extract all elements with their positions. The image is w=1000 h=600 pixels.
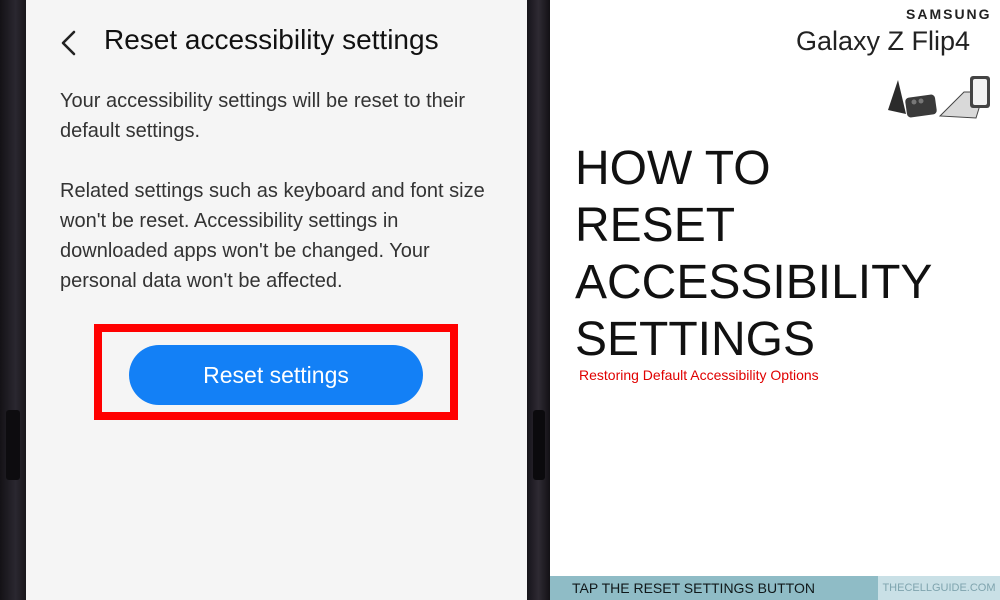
phone-hinge-right xyxy=(533,410,545,480)
phone-frame: Reset accessibility settings Your access… xyxy=(0,0,550,600)
phone-edge-right xyxy=(527,0,550,600)
page-title: Reset accessibility settings xyxy=(104,24,439,55)
footer-caption: TAP THE RESET SETTINGS BUTTON xyxy=(572,580,815,596)
headline-line: HOW TO xyxy=(575,142,771,195)
site-watermark: THECELLGUIDE.COM xyxy=(878,576,1000,600)
phone-edge-left xyxy=(0,0,26,600)
headline-line: RESET xyxy=(575,199,736,252)
brand-logo: SAMSUNG xyxy=(906,6,992,22)
flip-phone-illustration-icon xyxy=(888,76,990,119)
headline-line: SETTINGS xyxy=(575,313,816,366)
description-paragraph-1: Your accessibility settings will be rese… xyxy=(60,90,465,142)
phone-hinge-left xyxy=(6,410,20,480)
description-paragraph-2: Related settings such as keyboard and fo… xyxy=(60,180,485,292)
phone-screen: Reset accessibility settings Your access… xyxy=(26,0,527,600)
reset-settings-button[interactable]: Reset settings xyxy=(129,345,423,405)
headline-line: ACCESSIBILITY xyxy=(575,256,933,309)
article-subtitle: Restoring Default Accessibility Options xyxy=(579,367,819,383)
back-arrow-icon[interactable] xyxy=(56,28,82,58)
article-headline: HOW TO RESET ACCESSIBILITY SETTINGS xyxy=(575,140,932,368)
model-name: Galaxy Z Flip4 xyxy=(796,26,971,56)
